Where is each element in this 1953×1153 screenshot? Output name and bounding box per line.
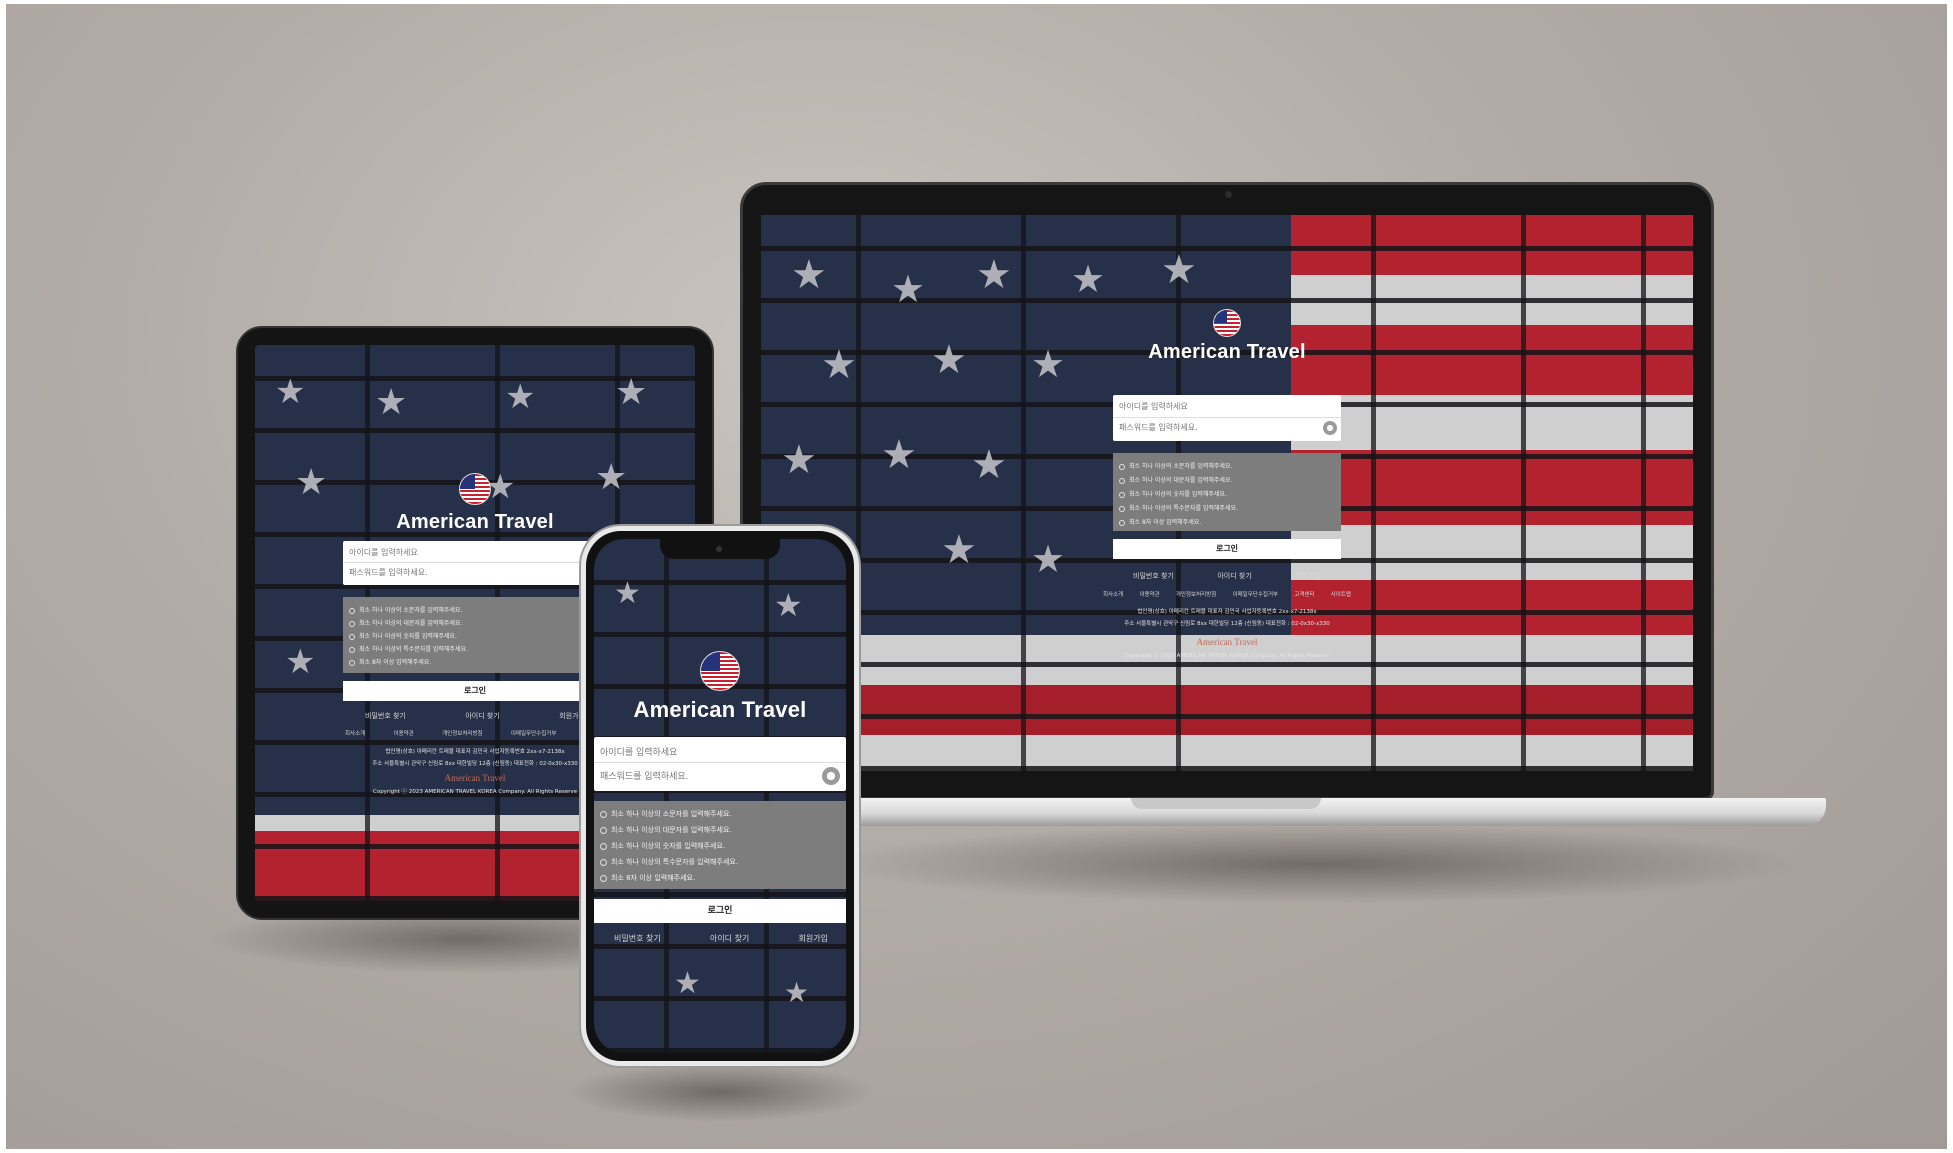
- rule-item: 최소 하나 이상의 특수문자를 입력해주세요.: [349, 644, 607, 653]
- company-address: 주소 서울특별시 관악구 신림로 8xx 대한빌딩 12층 (신림동) 대표전화…: [1124, 621, 1330, 627]
- rule-item: 최소 하나 이상의 특수문자를 입력해주세요.: [1119, 503, 1341, 512]
- footer-nav-item[interactable]: 이용약관: [1139, 590, 1159, 598]
- login-form: 아이디를 입력하세요 패스워드를 입력하세요.: [1113, 395, 1341, 441]
- footer-nav-item[interactable]: 회사소개: [345, 729, 365, 737]
- password-rules: 최소 하나 이상의 소문자를 입력해주세요. 최소 하나 이상의 대문자를 입력…: [343, 597, 607, 673]
- id-input[interactable]: 아이디를 입력하세요: [349, 547, 607, 558]
- us-flag-icon: [459, 473, 491, 505]
- password-input[interactable]: 패스워드를 입력하세요.: [1119, 422, 1321, 433]
- footer-nav-item[interactable]: 개인정보처리방침: [1176, 590, 1216, 598]
- find-password-link[interactable]: 비밀번호 찾기: [365, 711, 406, 721]
- laptop-screen: ★ ★ ★ ★ ★ ★ ★ ★ ★ ★ ★ ★ ★ ★ American Tra…: [761, 215, 1693, 771]
- login-button[interactable]: 로그인: [594, 899, 846, 923]
- rule-item: 최소 하나 이상의 소문자를 입력해주세요.: [600, 809, 846, 819]
- laptop-shadow: [826, 824, 1806, 904]
- rule-item: 최소 하나 이상의 특수문자를 입력해주세요.: [600, 857, 846, 867]
- eye-icon[interactable]: [822, 767, 840, 785]
- rule-item: 최소 하나 이상의 숫자를 입력해주세요.: [1119, 489, 1341, 498]
- login-form: 아이디를 입력하세요 패스워드를 입력하세요.: [594, 737, 846, 791]
- find-id-link[interactable]: 아이디 찾기: [465, 711, 499, 721]
- rule-item: 최소 하나 이상의 대문자를 입력해주세요.: [349, 618, 607, 627]
- laptop-base: [786, 798, 1826, 826]
- id-input[interactable]: 아이디를 입력하세요: [1119, 401, 1341, 412]
- find-id-link[interactable]: 아이디 찾기: [710, 933, 749, 944]
- footer-nav-item[interactable]: 고객센터: [1294, 590, 1314, 598]
- footer-nav: 회사소개 이용약관 개인정보처리방침 이메일무단수집거부 고객센터: [345, 729, 605, 737]
- password-input[interactable]: 패스워드를 입력하세요.: [349, 567, 607, 578]
- password-input[interactable]: 패스워드를 입력하세요.: [600, 769, 818, 782]
- footer-nav-item[interactable]: 이메일무단수집거부: [1233, 590, 1279, 598]
- login-button[interactable]: 로그인: [343, 681, 607, 701]
- mockup-background: ★ ★ ★ ★ ★ ★ ★ ★ ★ ★ ★ ★ ★ ★ American Tra…: [6, 4, 1947, 1149]
- footer-nav-item[interactable]: 회사소개: [1103, 590, 1123, 598]
- find-id-link[interactable]: 아이디 찾기: [1217, 571, 1251, 581]
- login-form: 아이디를 입력하세요 패스워드를 입력하세요.: [343, 541, 607, 585]
- password-rules: 최소 하나 이상의 소문자를 입력해주세요. 최소 하나 이상의 대문자를 입력…: [594, 801, 846, 889]
- laptop-device: ★ ★ ★ ★ ★ ★ ★ ★ ★ ★ ★ ★ ★ ★ American Tra…: [740, 182, 1714, 800]
- rule-item: 최소 하나 이상의 소문자를 입력해주세요.: [1119, 461, 1341, 470]
- phone-device: ★ ★ ★ ★ American Travel 아이디를 입력하세요 패스워드를…: [581, 526, 859, 1066]
- eye-icon[interactable]: [1323, 421, 1337, 435]
- account-links: 비밀번호 찾기 아이디 찾기 회원가입: [1133, 571, 1321, 581]
- phone-shadow: [566, 1062, 876, 1122]
- login-button[interactable]: 로그인: [1113, 539, 1341, 559]
- us-flag-icon: [700, 651, 740, 691]
- account-links: 비밀번호 찾기 아이디 찾기 회원가입: [614, 933, 828, 944]
- footer-brand: American Travel: [1196, 637, 1258, 647]
- id-input[interactable]: 아이디를 입력하세요: [600, 745, 846, 758]
- phone-screen: ★ ★ ★ ★ American Travel 아이디를 입력하세요 패스워드를…: [594, 539, 846, 1053]
- rule-item: 최소 하나 이상의 소문자를 입력해주세요.: [349, 605, 607, 614]
- us-flag-icon: [1213, 309, 1241, 337]
- password-rules: 최소 하나 이상의 소문자를 입력해주세요. 최소 하나 이상의 대문자를 입력…: [1113, 453, 1341, 531]
- signup-link[interactable]: 회원가입: [799, 933, 828, 944]
- footer-nav-item[interactable]: 이메일무단수집거부: [511, 729, 557, 737]
- rule-item: 최소 하나 이상의 숫자를 입력해주세요.: [349, 631, 607, 640]
- rule-item: 최소 8자 이상 입력해주세요.: [1119, 517, 1341, 526]
- footer-nav-item[interactable]: 이용약관: [394, 729, 414, 737]
- signup-link[interactable]: 회원가입: [1295, 571, 1321, 581]
- find-password-link[interactable]: 비밀번호 찾기: [614, 933, 661, 944]
- account-links: 비밀번호 찾기 아이디 찾기 회원가입: [365, 711, 585, 721]
- laptop-camera: [1225, 191, 1232, 198]
- brand-title: American Travel: [1148, 341, 1306, 363]
- footer-nav-item[interactable]: 사이트맵: [1331, 590, 1351, 598]
- laptop-login-page: American Travel 아이디를 입력하세요 패스워드를 입력하세요. …: [761, 215, 1693, 771]
- phone-login-page: American Travel 아이디를 입력하세요 패스워드를 입력하세요. …: [594, 539, 846, 1053]
- rule-item: 최소 8자 이상 입력해주세요.: [349, 657, 607, 666]
- footer-nav-item[interactable]: 개인정보처리방침: [442, 729, 482, 737]
- brand-title: American Travel: [633, 697, 807, 722]
- rule-item: 최소 하나 이상의 숫자를 입력해주세요.: [600, 841, 846, 851]
- rule-item: 최소 하나 이상의 대문자를 입력해주세요.: [600, 825, 846, 835]
- copyright: Copyright ⓒ 2023 AMERICAN TRAVEL KOREA C…: [1124, 653, 1330, 659]
- rule-item: 최소 하나 이상의 대문자를 입력해주세요.: [1119, 475, 1341, 484]
- find-password-link[interactable]: 비밀번호 찾기: [1133, 571, 1174, 581]
- footer-nav: 회사소개 이용약관 개인정보처리방침 이메일무단수집거부 고객센터 사이트맵: [1103, 590, 1351, 598]
- rule-item: 최소 8자 이상 입력해주세요.: [600, 873, 846, 883]
- company-info: 법인명(상호) 아메리칸 트래블 대표자 김민국 사업자등록번호 2xx-x7-…: [1137, 609, 1317, 615]
